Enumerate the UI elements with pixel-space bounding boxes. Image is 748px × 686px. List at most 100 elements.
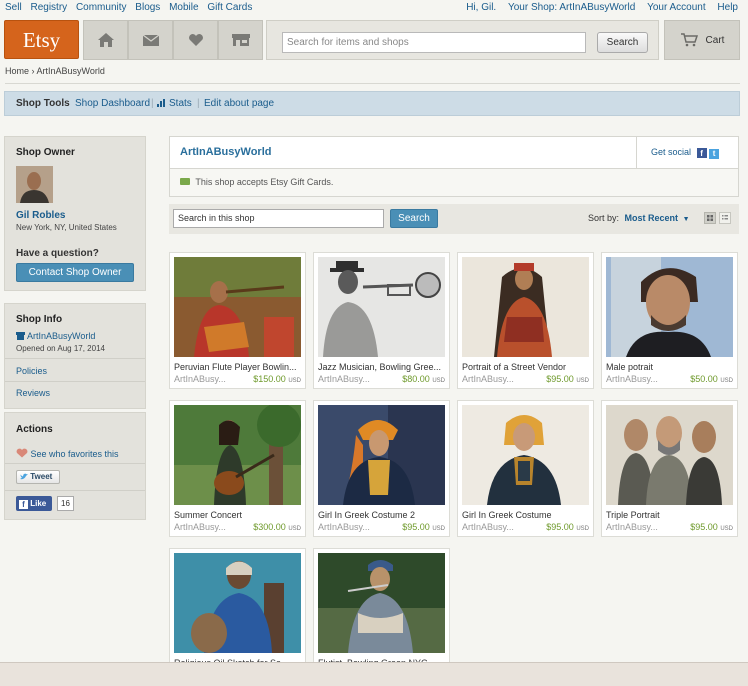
nav-registry-link[interactable]: Registry (30, 2, 67, 13)
listing-shop[interactable]: ArtInABusy... (318, 374, 370, 384)
listing-shop[interactable]: ArtInABusy... (606, 374, 658, 384)
facebook-icon[interactable]: f (696, 148, 707, 158)
shop-search-button[interactable]: Search (390, 209, 438, 228)
cart-label: Cart (705, 34, 725, 46)
listing-shop[interactable]: ArtInABusy... (462, 374, 514, 384)
listing-image-male-portrait[interactable] (606, 257, 733, 357)
breadcrumb[interactable]: Home › ArtInABusyWorld (5, 66, 105, 76)
price-value: $95.00 (402, 522, 430, 532)
listing-image-flute-player[interactable] (174, 257, 301, 357)
listing-shop[interactable]: ArtInABusy... (174, 522, 226, 532)
search-input[interactable]: Search for items and shops (282, 32, 586, 53)
owner-name-link[interactable]: Gil Robles (16, 210, 65, 221)
listing-image-jazz-musician[interactable] (318, 257, 445, 357)
divider (5, 490, 145, 491)
listing-price: $95.00 USD (690, 522, 733, 532)
edit-about-link[interactable]: Edit about page (204, 92, 274, 115)
listing-shop[interactable]: ArtInABusy... (318, 522, 370, 532)
list-view-button[interactable] (719, 212, 731, 224)
stats-icon (157, 92, 165, 115)
listing-title[interactable]: Girl In Greek Costume (462, 510, 590, 520)
listing-title[interactable]: Peruvian Flute Player Bowlin... (174, 362, 302, 372)
listing-card[interactable]: Portrait of a Street Vendor ArtInABusy..… (457, 252, 594, 389)
etsy-logo[interactable]: Etsy (4, 20, 79, 59)
shop-title[interactable]: ArtInABusyWorld (180, 146, 271, 158)
listing-image-triple-portrait[interactable] (606, 405, 733, 505)
top-nav-left: Sell Registry Community Blogs Mobile Gif… (5, 2, 258, 13)
nav-mobile-link[interactable]: Mobile (169, 2, 198, 13)
listing-title[interactable]: Male potrait (606, 362, 734, 372)
shop-tools-title: Shop Tools (16, 98, 70, 109)
top-navigation: Sell Registry Community Blogs Mobile Gif… (0, 0, 748, 16)
home-button[interactable] (83, 20, 128, 60)
nav-gift-cards-link[interactable]: Gift Cards (207, 2, 252, 13)
favorites-button[interactable] (173, 20, 218, 60)
messages-button[interactable] (128, 20, 173, 60)
favorites-row[interactable]: See who favorites this (16, 448, 119, 459)
price-value: $95.00 (690, 522, 718, 532)
tweet-button[interactable]: Tweet (16, 470, 60, 484)
shop-search-input[interactable]: Search in this shop (173, 209, 384, 228)
cart-button[interactable]: Cart (664, 20, 740, 60)
search-button[interactable]: Search (597, 32, 648, 53)
nav-community-link[interactable]: Community (76, 2, 127, 13)
price-value: $95.00 (546, 374, 574, 384)
price-value: $300.00 (253, 522, 286, 532)
reviews-link[interactable]: Reviews (16, 388, 50, 398)
shop-button[interactable] (218, 20, 263, 60)
list-icon (722, 215, 728, 220)
grid-icon (707, 215, 713, 221)
grid-view-button[interactable] (704, 212, 716, 224)
shop-dashboard-link[interactable]: Shop Dashboard (75, 92, 150, 115)
policies-link[interactable]: Policies (16, 366, 47, 376)
listing-card[interactable]: Girl In Greek Costume ArtInABusy... $95.… (457, 400, 594, 537)
listing-image-religious-sketch[interactable] (174, 553, 301, 653)
price-currency: USD (288, 526, 301, 532)
listing-card[interactable]: Summer Concert ArtInABusy... $300.00 USD (169, 400, 306, 537)
get-social-link[interactable]: Get social (651, 147, 691, 157)
listing-image-greek-costume-2[interactable] (318, 405, 445, 505)
listing-image-summer-concert[interactable] (174, 405, 301, 505)
twitter-icon[interactable]: t (709, 149, 720, 159)
listing-title[interactable]: Portrait of a Street Vendor (462, 362, 590, 372)
nav-blogs-link[interactable]: Blogs (135, 2, 160, 13)
listing-title[interactable]: Girl In Greek Costume 2 (318, 510, 446, 520)
help-link[interactable]: Help (717, 2, 738, 13)
facebook-like-button[interactable]: f Like (16, 496, 52, 511)
listing-card[interactable]: Girl In Greek Costume 2 ArtInABusy... $9… (313, 400, 450, 537)
listing-image-flutist[interactable] (318, 553, 445, 653)
nav-sell-link[interactable]: Sell (5, 2, 22, 13)
your-shop-link[interactable]: Your Shop: ArtInABusyWorld (508, 2, 635, 13)
listing-title[interactable]: Summer Concert (174, 510, 302, 520)
sort-dropdown[interactable]: Most Recent (625, 213, 679, 223)
listing-card[interactable]: Jazz Musician, Bowling Gree... ArtInABus… (313, 252, 450, 389)
sort-row: Sort by: Most Recent ▼ (588, 213, 690, 223)
listing-price: $95.00 USD (402, 522, 445, 532)
greeting-link[interactable]: Hi, Gil. (466, 2, 496, 13)
listing-title[interactable]: Triple Portrait (606, 510, 734, 520)
listing-shop[interactable]: ArtInABusy... (174, 374, 226, 384)
avatar[interactable] (16, 166, 53, 203)
contact-shop-owner-button[interactable]: Contact Shop Owner (16, 263, 134, 282)
facebook-icon: f (19, 500, 28, 509)
listing-shop[interactable]: ArtInABusy... (606, 522, 658, 532)
home-icon (97, 33, 114, 47)
stats-link[interactable]: Stats (169, 92, 192, 115)
divider (5, 381, 145, 382)
listing-card[interactable]: Male potrait ArtInABusy... $50.00 USD (601, 252, 738, 389)
shop-name-link[interactable]: ArtInABusyWorld (27, 331, 95, 341)
listing-card[interactable]: Triple Portrait ArtInABusy... $95.00 USD (601, 400, 738, 537)
separator: | (151, 98, 154, 109)
cart-icon (680, 33, 698, 47)
listing-shop[interactable]: ArtInABusy... (462, 522, 514, 532)
listing-image-street-vendor[interactable] (462, 257, 589, 357)
listing-price: $95.00 USD (546, 522, 589, 532)
shop-link-row[interactable]: ArtInABusyWorld (16, 331, 95, 341)
shop-owner-heading: Shop Owner (16, 147, 75, 158)
listing-card[interactable]: Peruvian Flute Player Bowlin... ArtInABu… (169, 252, 306, 389)
your-account-link[interactable]: Your Account (647, 2, 706, 13)
listing-image-greek-costume[interactable] (462, 405, 589, 505)
storefront-icon (231, 34, 250, 46)
see-who-favorites-link[interactable]: See who favorites this (31, 449, 119, 459)
listing-title[interactable]: Jazz Musician, Bowling Gree... (318, 362, 446, 372)
